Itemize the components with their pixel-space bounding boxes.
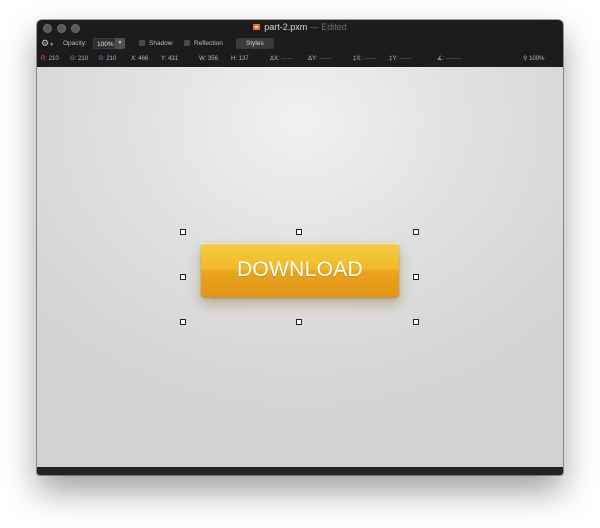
r-value: 210 xyxy=(48,56,59,62)
selection-handle-left[interactable] xyxy=(180,274,186,280)
selection-handle-top[interactable] xyxy=(296,229,302,235)
window-title: part-2.pxm — Edited xyxy=(37,22,563,32)
cx-value: ------ xyxy=(363,56,376,62)
cy-value: ------ xyxy=(399,56,412,62)
x-value: 466 xyxy=(138,56,149,62)
shadow-checkbox[interactable] xyxy=(139,39,145,46)
gear-icon: ⚙ xyxy=(41,38,50,48)
selection-handle-bottom[interactable] xyxy=(296,319,302,325)
angle-readout: ∡: -------- xyxy=(437,51,462,67)
dy-value: ------ xyxy=(319,56,332,62)
g-value: 210 xyxy=(78,56,89,62)
center-x-readout: ‡X: ------ xyxy=(353,51,376,67)
zoom-value: 100% xyxy=(529,56,545,62)
app-window: part-2.pxm — Edited ⚙▼ Opacity: 100% ▼ S… xyxy=(37,20,563,475)
cy-label: ‡Y: xyxy=(389,56,398,62)
document-canvas[interactable]: DOWNLOAD xyxy=(37,67,563,467)
height-readout: H: 137 xyxy=(231,51,249,67)
w-label: W: xyxy=(199,56,207,62)
download-button-layer[interactable]: DOWNLOAD xyxy=(201,243,399,297)
edited-status: Edited xyxy=(321,22,347,32)
y-label: Y: xyxy=(161,56,167,62)
color-b-readout: B: 210 xyxy=(99,51,116,67)
delta-y-readout: ΔY: ------ xyxy=(308,51,331,67)
magnifier-icon: ⚲ xyxy=(523,56,528,62)
selection-handle-bottom-right[interactable] xyxy=(413,319,419,325)
r-label: R: xyxy=(41,56,47,62)
opacity-dropdown-button[interactable]: ▼ xyxy=(115,38,125,49)
x-label: X: xyxy=(131,56,137,62)
selection-handle-top-left[interactable] xyxy=(180,229,186,235)
delta-x-readout: ΔX: ------ xyxy=(270,51,293,67)
center-y-readout: ‡Y: ------ xyxy=(389,51,411,67)
info-bar: R: 210 G: 210 B: 210 X: 466 Y: 431 W: 35… xyxy=(37,51,563,67)
color-g-readout: G: 210 xyxy=(70,51,88,67)
b-label: B: xyxy=(99,56,105,62)
selection-handle-right[interactable] xyxy=(413,274,419,280)
gear-menu-button[interactable]: ⚙▼ xyxy=(41,36,54,51)
styles-button[interactable]: Styles xyxy=(236,38,274,49)
cx-label: ‡X: xyxy=(353,56,363,62)
shadow-label: Shadow xyxy=(149,40,173,47)
angle-value: -------- xyxy=(445,56,462,62)
document-icon xyxy=(253,24,261,30)
reflection-label: Reflection xyxy=(194,40,223,47)
document-name: part-2.pxm xyxy=(264,22,308,32)
selection-handle-top-right[interactable] xyxy=(413,229,419,235)
bottom-bar xyxy=(37,467,563,475)
opacity-input[interactable]: 100% xyxy=(93,38,115,49)
dy-label: ΔY: xyxy=(308,56,318,62)
x-readout: X: 466 xyxy=(131,51,148,67)
color-r-readout: R: 210 xyxy=(41,51,59,67)
selection-handle-bottom-left[interactable] xyxy=(180,319,186,325)
y-value: 431 xyxy=(168,56,179,62)
title-bar: part-2.pxm — Edited xyxy=(37,20,563,36)
width-readout: W: 356 xyxy=(199,51,218,67)
y-readout: Y: 431 xyxy=(161,51,178,67)
reflection-checkbox[interactable] xyxy=(184,39,190,46)
title-separator: — xyxy=(309,22,319,32)
b-value: 210 xyxy=(106,56,117,62)
dx-value: ------ xyxy=(281,56,294,62)
h-label: H: xyxy=(231,56,237,62)
chevron-down-icon: ▼ xyxy=(49,42,55,48)
chevron-down-icon: ▼ xyxy=(117,40,123,46)
style-toolbar: ⚙▼ Opacity: 100% ▼ Shadow Reflection Sty… xyxy=(37,36,563,51)
zoom-control[interactable]: ⚲ 100% xyxy=(523,51,544,67)
reflection-toggle[interactable]: Reflection xyxy=(184,36,223,51)
angle-label: ∡: xyxy=(437,56,445,62)
h-value: 137 xyxy=(238,56,249,62)
dx-label: ΔX: xyxy=(270,56,280,62)
g-label: G: xyxy=(70,56,77,62)
w-value: 356 xyxy=(207,56,218,62)
opacity-label: Opacity: xyxy=(63,40,87,47)
shadow-toggle[interactable]: Shadow xyxy=(139,36,173,51)
